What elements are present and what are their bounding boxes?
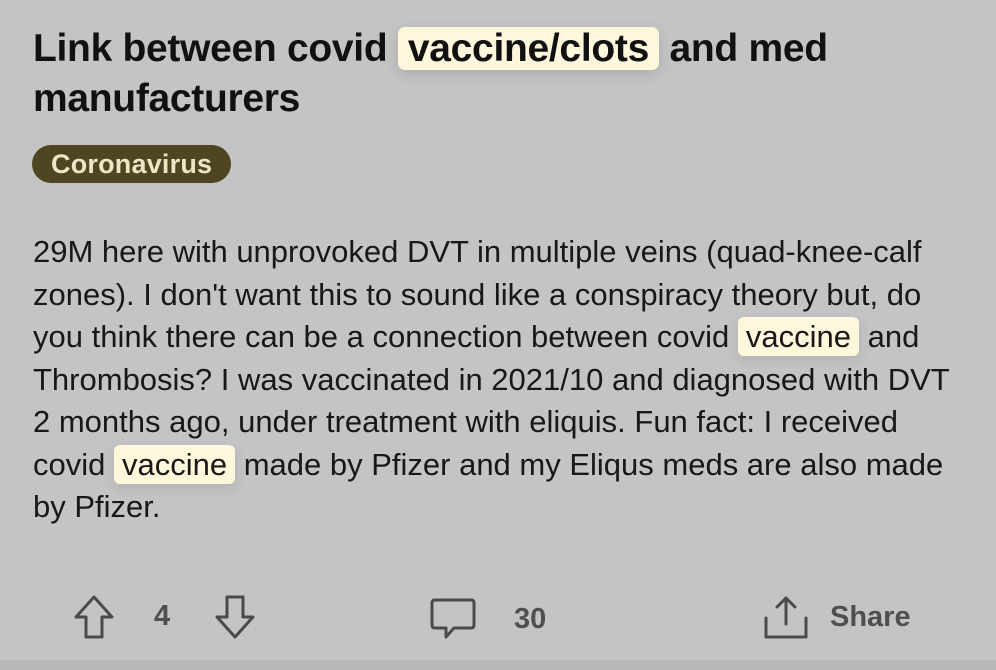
comments-button[interactable]: 30: [429, 596, 546, 642]
body-highlight-1: vaccine: [737, 317, 859, 356]
post-body: 29M here with unprovoked DVT in multiple…: [33, 231, 963, 529]
title-highlight: vaccine/clots: [397, 27, 659, 70]
comment-count: 30: [514, 602, 547, 635]
title-text-start: Link between covid: [33, 27, 398, 70]
post-title[interactable]: Link between covid vaccine/clots and med…: [33, 24, 963, 124]
vote-count: 4: [154, 600, 170, 633]
post-card: Link between covid vaccine/clots and med…: [0, 0, 996, 670]
upvote-button[interactable]: [72, 594, 116, 640]
share-icon: [763, 594, 809, 640]
comment-icon: [429, 596, 477, 642]
vote-count-value: 4: [154, 600, 171, 632]
body-highlight-2: vaccine: [113, 444, 236, 484]
share-label: Share: [830, 600, 911, 633]
divider: [0, 660, 996, 670]
action-bar: 4 30 Share: [0, 590, 996, 650]
downvote-button[interactable]: [213, 594, 257, 640]
arrow-down-icon: [213, 594, 257, 640]
share-button[interactable]: Share: [763, 594, 911, 640]
flair-badge[interactable]: Coronavirus: [32, 145, 232, 183]
arrow-up-icon: [72, 594, 116, 640]
